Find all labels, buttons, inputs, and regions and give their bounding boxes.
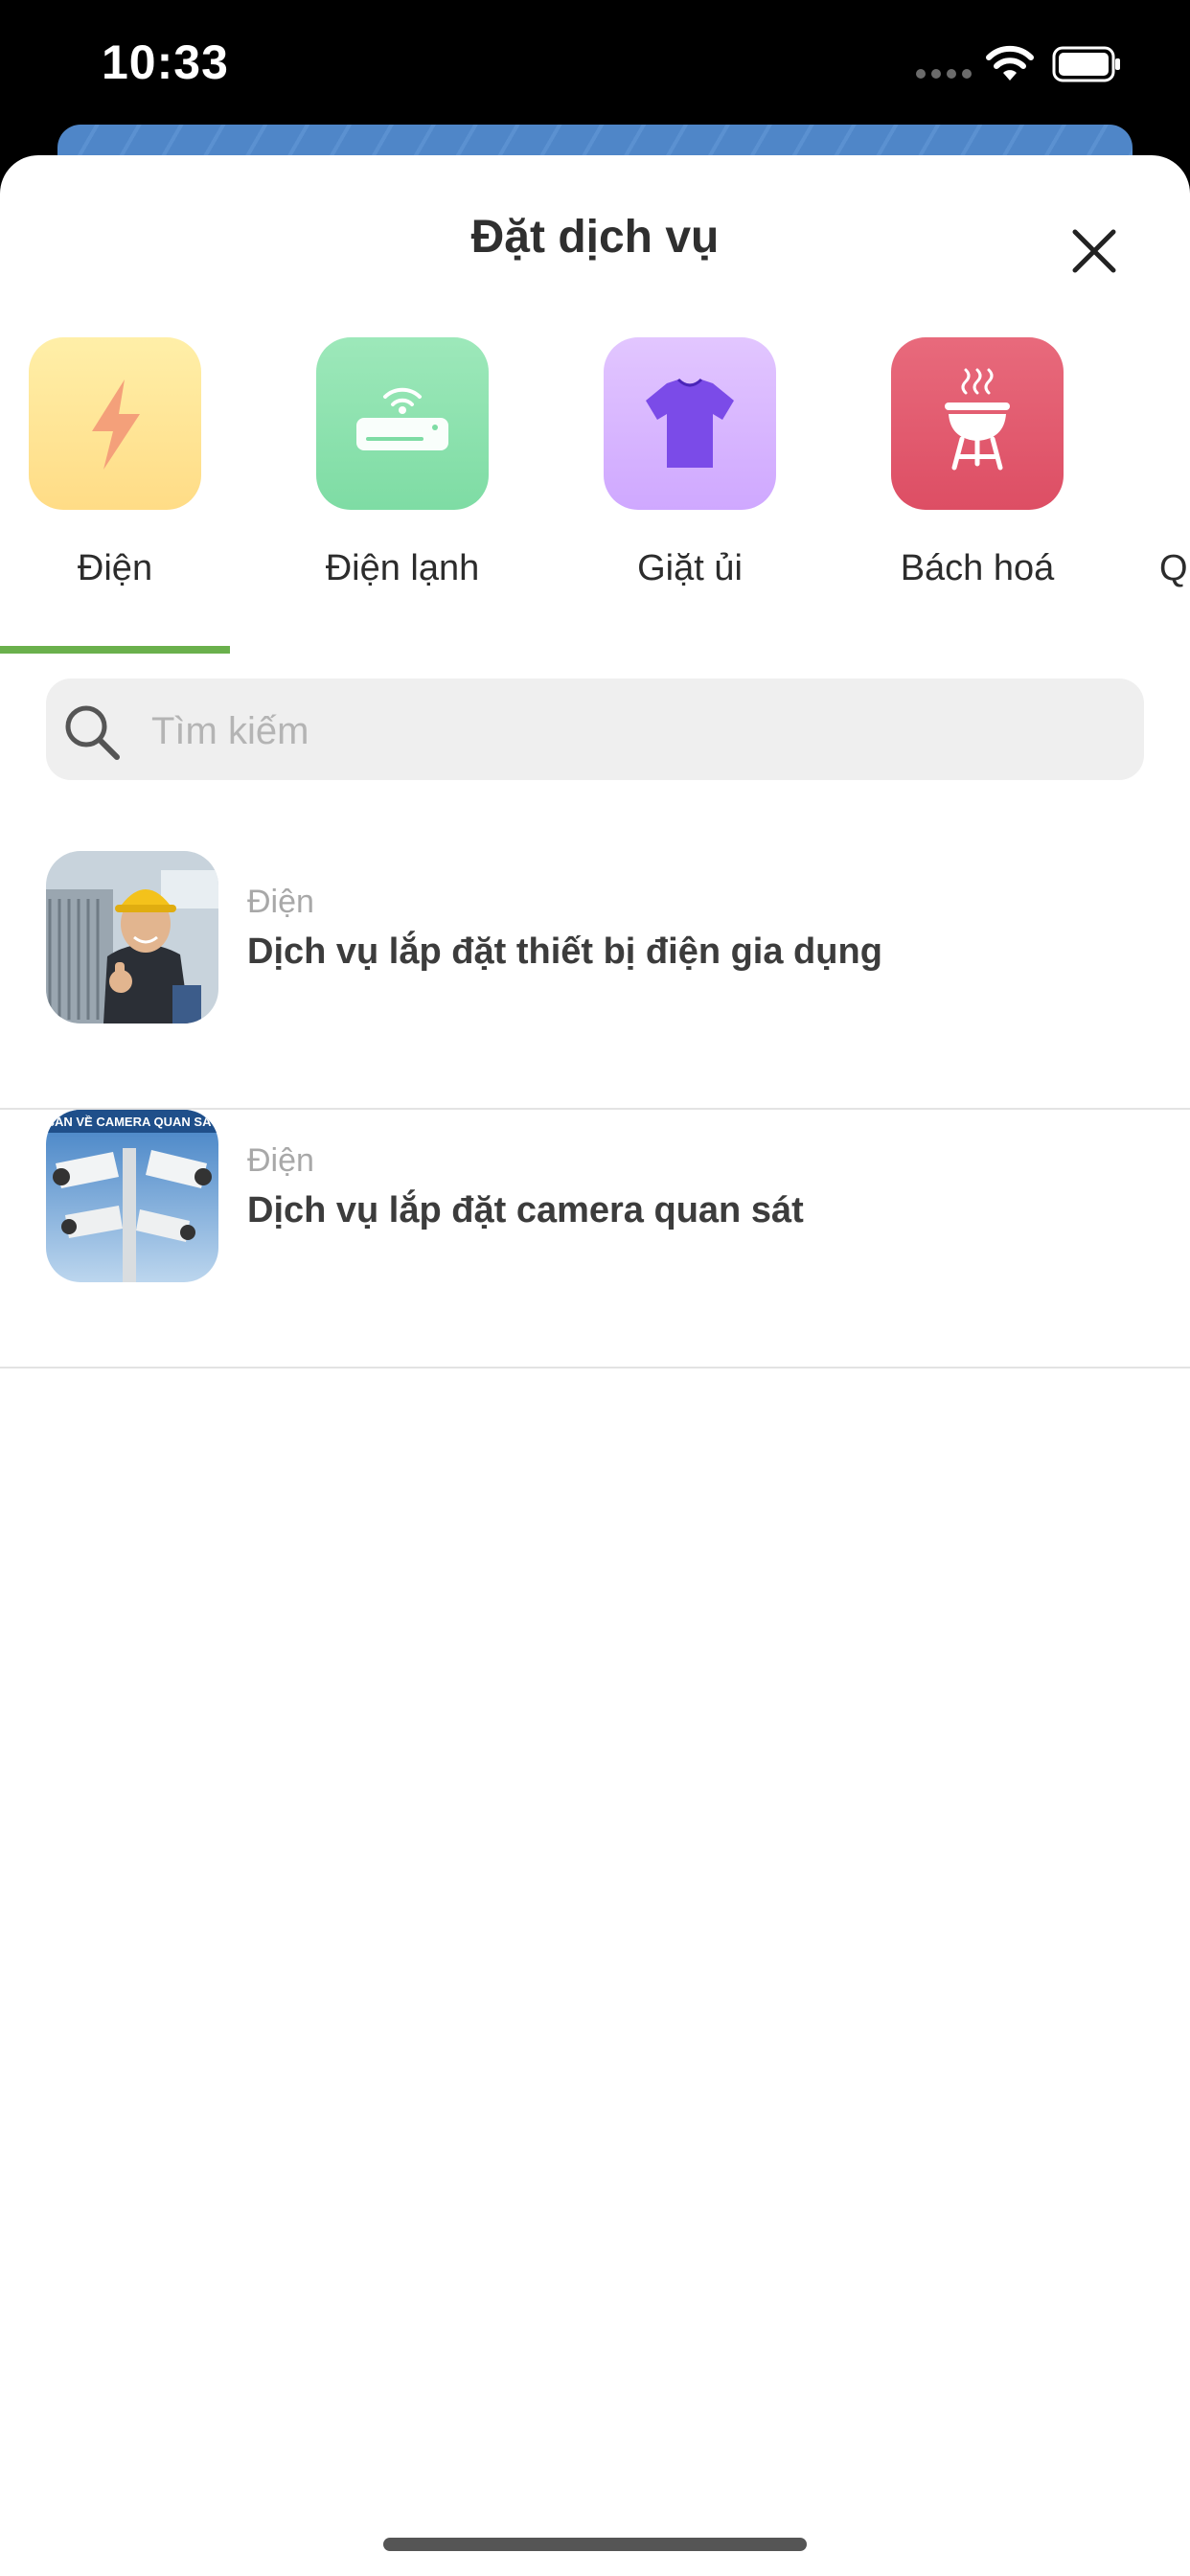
category-tab-dien-lanh[interactable]: Điện lạnh — [259, 337, 489, 588]
category-label: Giặt ủi — [637, 548, 743, 588]
category-tab-giat-ui[interactable]: Giặt ủi — [546, 337, 776, 588]
service-title: Dịch vụ lắp đặt thiết bị điện gia dụng — [247, 932, 882, 972]
lightning-icon — [29, 337, 201, 510]
service-list-item[interactable]: BÁN VỀ CAMERA QUAN SÁT Điện Dịch vụ lắp … — [0, 1110, 1190, 1368]
sheet-title: Đặt dịch vụ — [470, 212, 720, 263]
service-category: Điện — [247, 884, 314, 920]
category-label: Điện — [77, 548, 153, 588]
category-tab-bach-hoa[interactable]: Bách hoá — [834, 337, 1064, 588]
wifi-icon — [986, 45, 1034, 80]
service-booking-sheet: Đặt dịch vụ Điện Điện lạnh Giặt ủi Bách … — [0, 155, 1190, 2576]
cctv-camera-photo: BÁN VỀ CAMERA QUAN SÁT — [46, 1110, 218, 1282]
electrician-photo — [46, 851, 218, 1024]
category-label: Bách hoá — [900, 548, 1055, 588]
status-time: 10:33 — [102, 35, 229, 89]
service-category: Điện — [247, 1142, 314, 1179]
search-input[interactable] — [149, 702, 1111, 761]
home-indicator — [383, 2538, 807, 2551]
category-label: Q — [1159, 548, 1188, 588]
search-bar[interactable] — [46, 678, 1144, 780]
grill-icon — [891, 337, 1064, 510]
air-conditioner-icon — [316, 337, 489, 510]
category-label: Điện lạnh — [325, 548, 480, 588]
search-icon — [65, 705, 120, 760]
tshirt-icon — [604, 337, 776, 510]
status-bar: 10:33 — [0, 0, 1190, 144]
selected-category-indicator — [0, 646, 230, 654]
service-list-item[interactable]: Điện Dịch vụ lắp đặt thiết bị điện gia d… — [0, 851, 1190, 1110]
battery-icon — [1052, 46, 1120, 82]
category-tab-dien[interactable]: Điện — [0, 337, 201, 588]
service-title: Dịch vụ lắp đặt camera quan sát — [247, 1190, 804, 1230]
close-icon[interactable] — [1062, 218, 1127, 284]
cellular-signal-icon — [916, 69, 972, 80]
thumb-caption: BÁN VỀ CAMERA QUAN SÁT — [46, 1115, 218, 1129]
